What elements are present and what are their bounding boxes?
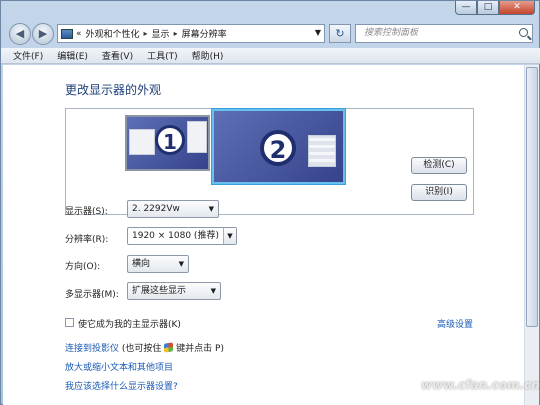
chevron-down-icon: ▼	[210, 287, 216, 295]
search-input[interactable]: 搜索控制面板	[355, 24, 533, 43]
close-button[interactable]: ✕	[499, 1, 535, 15]
menu-file[interactable]: 文件(F)	[13, 49, 43, 62]
chevron-down-icon: ▼	[208, 205, 214, 213]
breadcrumb-screen-resolution[interactable]: 屏幕分辨率	[182, 27, 227, 40]
control-panel-icon	[61, 28, 73, 39]
desktop-window-thumbnail	[129, 129, 155, 155]
scrollbar-thumb[interactable]	[526, 67, 538, 327]
window-controls: — □ ✕	[455, 1, 535, 15]
orientation-select[interactable]: 横向 ▼	[127, 255, 189, 273]
desktop-window-thumbnail	[308, 135, 336, 167]
orientation-label: 方向(O):	[65, 262, 101, 272]
menu-tools[interactable]: 工具(T)	[147, 49, 178, 62]
refresh-button[interactable]: ↻	[329, 24, 351, 43]
windows-logo-icon	[164, 342, 174, 353]
address-overflow-chevron[interactable]: «	[76, 29, 82, 39]
multiple-displays-select[interactable]: 扩展这些显示 ▼	[127, 282, 221, 300]
projector-hint: (也可按住	[121, 344, 162, 354]
monitor-number-badge: 1	[155, 125, 185, 155]
forward-button[interactable]: ▶	[32, 23, 54, 45]
monitor-2-tile[interactable]: 2	[212, 109, 345, 184]
desktop-window-thumbnail	[187, 121, 207, 153]
display-select-value: 2. 2292Vw	[132, 204, 180, 214]
projector-link-row: 连接到投影仪 (也可按住 键并点击 P)	[65, 341, 224, 354]
monitor-number-badge: 2	[260, 130, 296, 166]
larger-text-link[interactable]: 放大或缩小文本和其他项目	[65, 360, 173, 373]
control-panel-window: — □ ✕ ◀ ▶ « 外观和个性化 ▸ 显示 ▸ 屏幕分辨率 ▼ ↻ 搜索控制…	[0, 0, 540, 405]
make-main-display-checkbox[interactable]	[65, 318, 74, 327]
resolution-select-value: 1920 × 1080 (推荐)	[132, 231, 219, 241]
connect-projector-link[interactable]: 连接到投影仪	[65, 344, 119, 354]
title-bar: — □ ✕ ◀ ▶ « 外观和个性化 ▸ 显示 ▸ 屏幕分辨率 ▼ ↻ 搜索控制…	[1, 1, 540, 47]
projector-hint-suffix: 键并点击 P)	[176, 344, 224, 354]
chevron-down-icon: ▼	[223, 228, 236, 244]
resolution-select[interactable]: 1920 × 1080 (推荐) ▼	[127, 227, 237, 245]
search-icon[interactable]	[519, 28, 528, 37]
detect-button[interactable]: 检测(C)	[411, 157, 467, 174]
breadcrumb-appearance[interactable]: 外观和个性化	[86, 27, 140, 40]
chevron-down-icon: ▼	[178, 260, 184, 268]
watermark: www.cfan.com.cn	[421, 378, 540, 392]
breadcrumb-display[interactable]: 显示	[152, 27, 170, 40]
display-label: 显示器(S):	[65, 207, 108, 217]
content-pane: 更改显示器的外观 1 2 检测(C) 识别(I) 显示器(S): 2. 2292…	[3, 65, 524, 405]
vertical-scrollbar[interactable]	[524, 65, 539, 405]
multiple-displays-label: 多显示器(M):	[65, 290, 119, 300]
multiple-displays-select-value: 扩展这些显示	[132, 286, 187, 296]
identify-button[interactable]: 识别(I)	[411, 184, 467, 201]
maximize-button[interactable]: □	[477, 1, 499, 15]
display-select[interactable]: 2. 2292Vw ▼	[127, 200, 219, 218]
menu-edit[interactable]: 编辑(E)	[57, 49, 88, 62]
breadcrumb-separator-icon[interactable]: ▸	[174, 29, 178, 38]
minimize-button[interactable]: —	[455, 1, 477, 15]
monitor-1-tile[interactable]: 1	[125, 115, 210, 171]
menu-bar: 文件(F) 编辑(E) 查看(V) 工具(T) 帮助(H)	[1, 48, 540, 64]
search-placeholder: 搜索控制面板	[364, 28, 419, 38]
orientation-select-value: 横向	[132, 259, 151, 269]
breadcrumb-separator-icon[interactable]: ▸	[144, 29, 148, 38]
chevron-down-icon[interactable]: ▼	[315, 28, 321, 37]
advanced-settings-link[interactable]: 高级设置	[437, 317, 473, 330]
which-settings-link[interactable]: 我应该选择什么显示器设置?	[65, 379, 178, 392]
back-button[interactable]: ◀	[9, 23, 31, 45]
menu-view[interactable]: 查看(V)	[102, 49, 133, 62]
resolution-label: 分辨率(R):	[65, 235, 109, 245]
monitor-layout-area: 1 2 检测(C) 识别(I)	[65, 108, 474, 215]
make-main-display-label[interactable]: 使它成为我的主显示器(K)	[78, 317, 181, 330]
page-title: 更改显示器的外观	[65, 83, 162, 97]
address-bar[interactable]: « 外观和个性化 ▸ 显示 ▸ 屏幕分辨率 ▼	[57, 24, 325, 43]
menu-help[interactable]: 帮助(H)	[192, 49, 224, 62]
